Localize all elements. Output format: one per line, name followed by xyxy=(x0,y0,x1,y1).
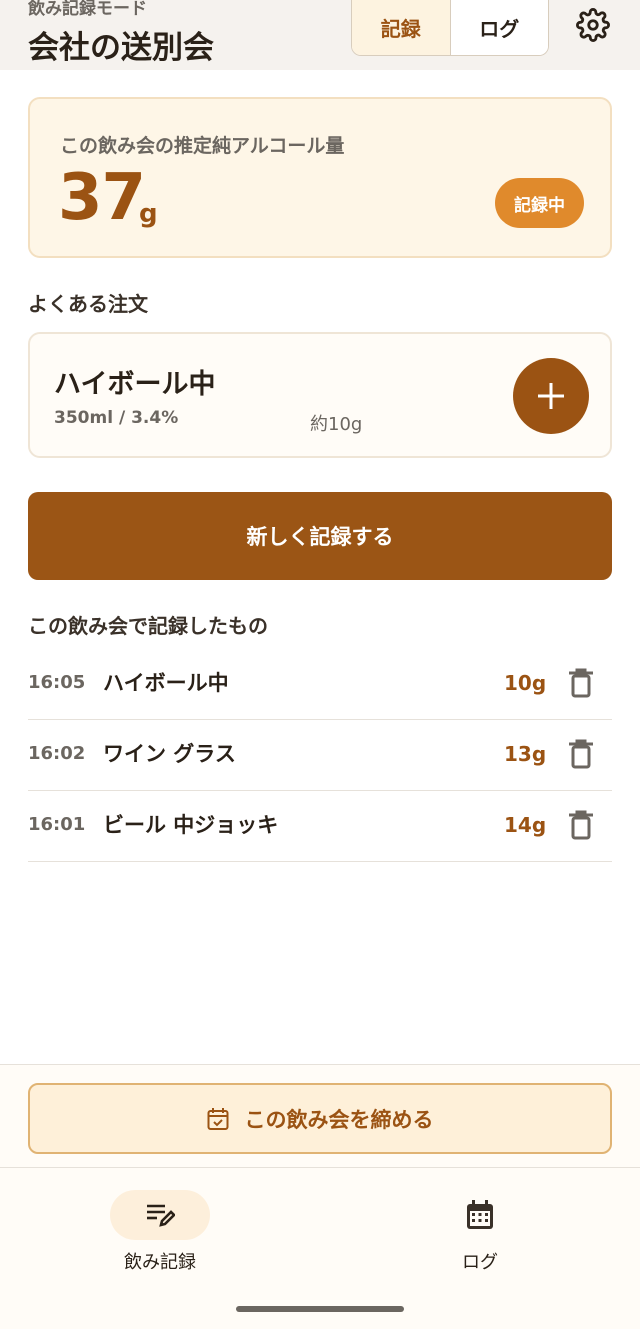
trash-icon[interactable] xyxy=(568,739,594,769)
new-record-button[interactable]: 新しく記録する xyxy=(28,492,612,580)
page-title: 会社の送別会 xyxy=(28,30,214,66)
recording-status-badge: 記録中 xyxy=(495,178,584,228)
close-session-label: この飲み会を締める xyxy=(244,1107,434,1132)
bottom-nav: 飲み記録 ログ xyxy=(0,1167,640,1329)
record-time: 16:01 xyxy=(28,814,86,835)
calendar-check-icon xyxy=(207,1107,228,1130)
close-session-area: この飲み会を締める xyxy=(0,1064,640,1167)
app-header: 飲み記録モード 会社の送別会 記録 ログ xyxy=(0,0,640,70)
record-row: 16:05 ハイボール中 10g xyxy=(28,648,612,720)
record-row: 16:02 ワイン グラス 13g xyxy=(28,719,612,791)
trash-icon[interactable] xyxy=(568,810,594,840)
frequent-order-spec: 350ml / 3.4% xyxy=(54,408,179,428)
record-grams: 10g xyxy=(504,671,547,695)
frequent-order-card[interactable]: ハイボール中 350ml / 3.4% 約10g xyxy=(28,332,612,458)
record-grams: 14g xyxy=(504,813,547,837)
nav-drink-record-pill xyxy=(110,1190,210,1240)
summary-label: この飲み会の推定純アルコール量 xyxy=(60,135,345,157)
edit-list-icon xyxy=(147,1204,175,1227)
nav-drink-record[interactable]: 飲み記録 xyxy=(80,1188,240,1278)
nav-drink-record-label: 飲み記録 xyxy=(124,1252,196,1273)
record-time: 16:02 xyxy=(28,743,86,764)
trash-icon[interactable] xyxy=(568,668,594,698)
calendar-icon xyxy=(467,1200,493,1229)
view-toggle: 記録 ログ xyxy=(351,0,549,56)
nav-log-label: ログ xyxy=(462,1252,498,1273)
record-row: 16:01 ビール 中ジョッキ 14g xyxy=(28,790,612,862)
frequent-orders-heading: よくある注文 xyxy=(28,292,148,316)
gear-icon[interactable] xyxy=(576,8,610,42)
alcohol-summary-card: この飲み会の推定純アルコール量 37 g 記録中 xyxy=(28,97,612,258)
home-indicator xyxy=(236,1306,404,1312)
close-session-button[interactable]: この飲み会を締める xyxy=(28,1083,612,1154)
mode-label: 飲み記録モード xyxy=(28,0,147,19)
record-name: ビール 中ジョッキ xyxy=(103,813,279,837)
nav-log-pill xyxy=(430,1190,530,1240)
frequent-order-grams: 約10g xyxy=(310,414,363,435)
record-time: 16:05 xyxy=(28,672,86,693)
frequent-order-name: ハイボール中 xyxy=(54,369,216,400)
record-grams: 13g xyxy=(504,742,547,766)
records-heading: この飲み会で記録したもの xyxy=(28,614,268,638)
record-name: ハイボール中 xyxy=(103,671,229,695)
tab-log[interactable]: ログ xyxy=(450,0,548,55)
add-frequent-order-button[interactable] xyxy=(513,358,589,434)
record-name: ワイン グラス xyxy=(103,742,236,766)
nav-log[interactable]: ログ xyxy=(400,1188,560,1278)
tab-record[interactable]: 記録 xyxy=(352,0,451,55)
alcohol-total-value: 37 xyxy=(58,161,146,235)
plus-icon xyxy=(538,383,564,409)
alcohol-total-unit: g xyxy=(139,199,158,229)
